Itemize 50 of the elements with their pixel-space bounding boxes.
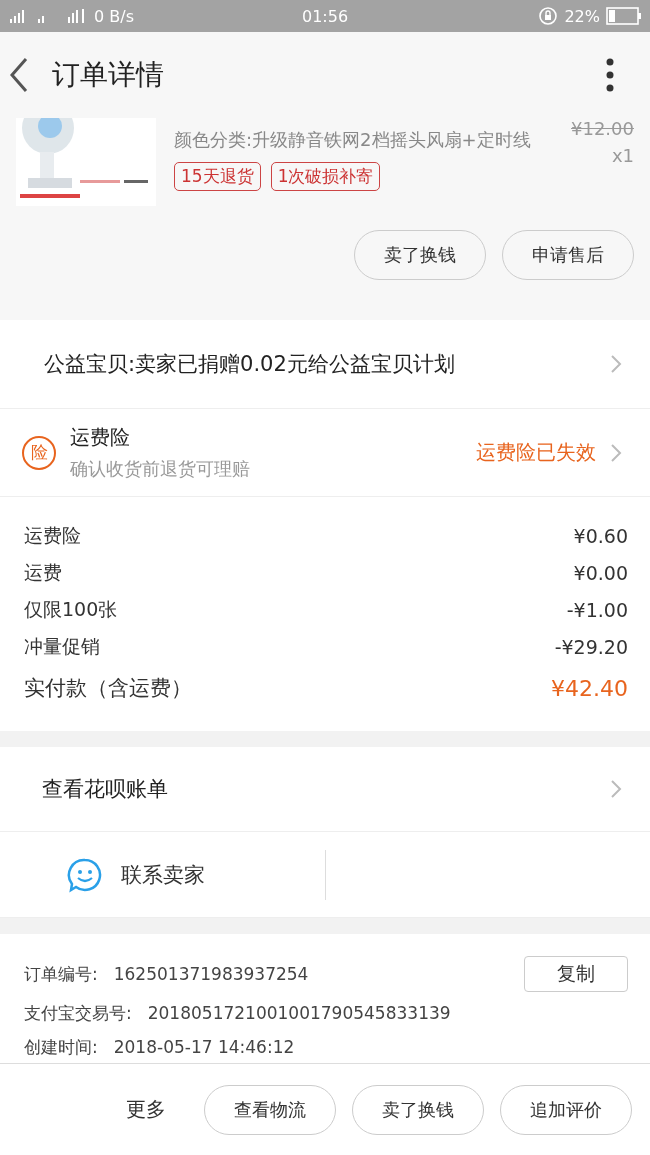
fee-label: 冲量促销 (24, 633, 100, 659)
action-button[interactable]: 卖了换钱 (354, 230, 486, 280)
action-button[interactable]: 查看物流 (204, 1084, 336, 1135)
fee-amount: ¥42.40 (551, 675, 628, 701)
sku-text: 颜色分类:升级静音铁网2档摇头风扇+定时线 (174, 128, 532, 152)
chevron-icon (610, 354, 622, 374)
action-button[interactable]: 卖了换钱 (352, 1084, 484, 1135)
chat-icon (66, 856, 103, 893)
info-value: 2018-05-17 14:46:12 (113, 1037, 295, 1057)
clock: 01:56 (301, 6, 349, 26)
chevron-icon (610, 442, 622, 463)
page-title: 订单详情 (52, 57, 165, 93)
insurance-title: 运费险 (70, 424, 131, 451)
charity-text: 公益宝贝:卖家已捐赠0.02元给公益宝贝计划 (43, 351, 456, 378)
fee-amount: -¥1.00 (566, 598, 628, 621)
fee-label: 仅限100张 (24, 596, 118, 622)
more-link[interactable]: 更多 (126, 1096, 166, 1123)
action-button[interactable]: 追加评价 (500, 1084, 632, 1135)
insurance-badge: 险 (22, 435, 56, 470)
info-value: 2018051721001001790545833139 (147, 1003, 451, 1023)
chevron-icon (610, 779, 622, 799)
more-icon[interactable] (606, 58, 614, 92)
network-speed: 0 B/s (94, 6, 134, 26)
quantity: x1 (611, 145, 634, 166)
info-value: 162501371983937254 (113, 964, 309, 984)
insurance-row[interactable]: 险 运费险 确认收货前退货可理赔 运费险已失效 (0, 409, 650, 497)
back-icon[interactable] (8, 57, 30, 93)
original-price: ¥12.00 (571, 118, 634, 139)
bill-text: 查看花呗账单 (41, 776, 169, 803)
bill-row[interactable]: 查看花呗账单 (0, 747, 650, 832)
battery-icon (606, 7, 642, 25)
insurance-status: 运费险已失效 (476, 439, 596, 466)
info-label: 支付宝交易号: (24, 1001, 132, 1025)
copy-button[interactable]: 复制 (524, 956, 628, 992)
info-label: 创建时间: (24, 1035, 98, 1059)
fee-amount: ¥0.00 (573, 561, 628, 584)
rotation-lock-icon (538, 6, 559, 26)
insurance-subtitle: 确认收货前退货可理赔 (70, 457, 251, 481)
service-tag: 15天退货 (174, 162, 261, 191)
contact-seller-button[interactable]: 联系卖家 (0, 855, 325, 894)
fee-amount: ¥0.60 (573, 524, 628, 547)
charity-row[interactable]: 公益宝贝:卖家已捐赠0.02元给公益宝贝计划 (0, 320, 650, 409)
action-button[interactable]: 申请售后 (502, 230, 634, 280)
fee-label: 运费险 (24, 522, 81, 548)
fee-amount: -¥29.20 (554, 635, 628, 658)
service-tag: 1次破损补寄 (270, 162, 381, 191)
battery-percent: 22% (564, 6, 600, 26)
fee-label: 实付款（含运费） (24, 675, 192, 702)
info-label: 订单编号: (24, 962, 98, 986)
fee-label: 运费 (24, 559, 62, 585)
